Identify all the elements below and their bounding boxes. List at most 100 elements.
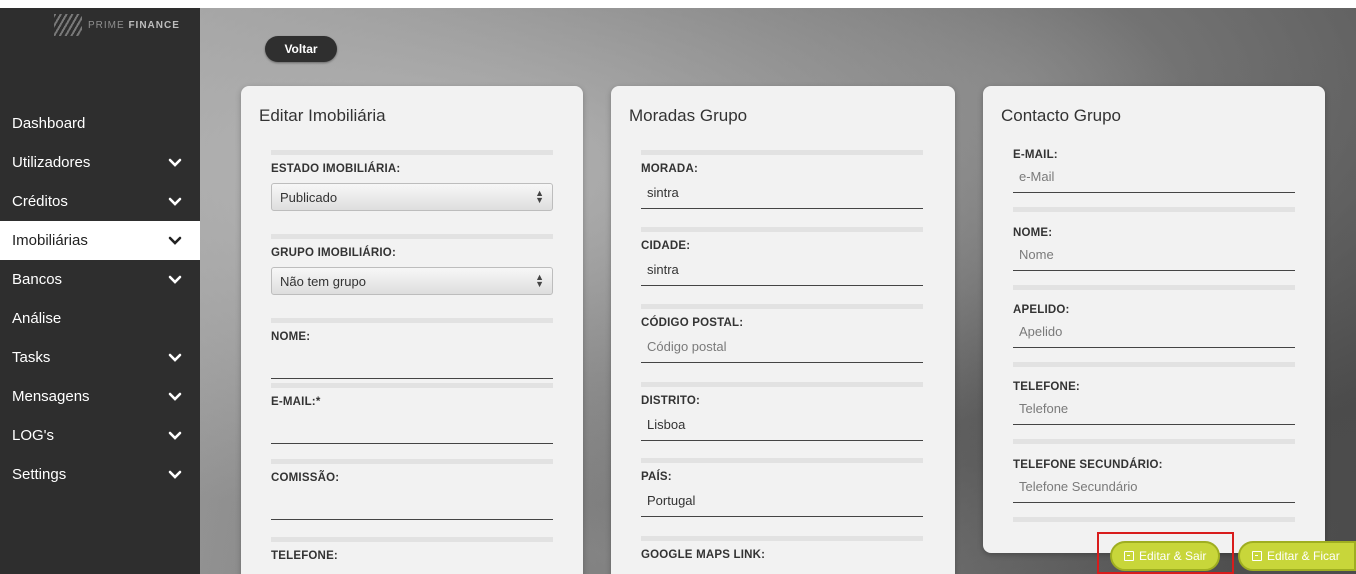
contact-telefone2-field: TELEFONE SECUNDÁRIO: Telefone Secundário [1013,459,1295,530]
morada-field: MORADA: sintra [641,150,923,209]
distrito-input[interactable]: Lisboa [641,417,923,441]
divider [641,150,923,155]
codigo-postal-input[interactable]: Código postal [641,339,923,363]
sidebar-item-mensagens[interactable]: Mensagens [0,377,200,416]
divider [271,318,553,323]
pais-label: PAÍS: [641,471,672,483]
sidebar-item-label: Análise [12,310,62,327]
distrito-field: DISTRITO: Lisboa [641,382,923,441]
sidebar-item-label: Tasks [12,349,51,366]
chevron-down-icon [168,431,182,440]
select-arrows-icon: ▲ ▼ [535,272,544,289]
chevron-down-icon [168,353,182,362]
divider [641,536,923,541]
divider [1013,439,1295,444]
grupo-label: GRUPO IMOBILIÁRIO: [271,247,396,259]
morada-input[interactable]: sintra [641,185,923,209]
logo-mark-icon [54,14,82,36]
divider [271,150,553,155]
maps-link-field: GOOGLE MAPS LINK: [641,536,923,561]
back-button[interactable]: Voltar [265,36,337,62]
pais-input[interactable]: Portugal [641,493,923,517]
maps-link-label: GOOGLE MAPS LINK: [641,549,766,561]
sidebar-item-label: Dashboard [12,115,86,132]
nome-label: NOME: [271,331,311,343]
divider [641,304,923,309]
chevron-down-icon [168,392,182,401]
chevron-down-icon [168,470,182,479]
contact-nome-input[interactable]: Nome [1013,247,1295,271]
sidebar-item-imobili-rias[interactable]: Imobiliárias [0,221,200,260]
divider [641,382,923,387]
contact-nome-label: NOME: [1013,227,1053,239]
nome-input[interactable] [271,355,553,379]
sidebar: PRIME FINANCE Dashboard Utilizadores Crédi… [0,8,200,574]
codigo-postal-field: CÓDIGO POSTAL: Código postal [641,304,923,363]
telefone-label: TELEFONE: [271,550,338,562]
save-icon [1252,551,1262,561]
sidebar-item-cr-ditos[interactable]: Créditos [0,182,200,221]
divider [1013,285,1295,290]
contact-telefone2-input[interactable]: Telefone Secundário [1013,479,1295,503]
cidade-field: CIDADE: sintra [641,227,923,286]
comissao-label: COMISSÃO: [271,472,340,484]
cidade-input[interactable]: sintra [641,262,923,286]
sidebar-item-bancos[interactable]: Bancos [0,260,200,299]
contact-email-label: E-MAIL: [1013,149,1058,161]
grupo-select-value: Não tem grupo [280,273,366,289]
highlight-box [1097,532,1234,574]
grupo-select[interactable]: Não tem grupo ▲ ▼ [271,267,553,295]
comissao-field: COMISSÃO: [271,459,553,520]
sidebar-nav: Dashboard Utilizadores Créditos Imobiliária… [0,104,200,494]
divider [271,459,553,464]
estado-label: ESTADO IMOBILIÁRIA: [271,163,401,175]
sidebar-item-label: Mensagens [12,388,90,405]
grupo-field: GRUPO IMOBILIÁRIO: Não tem grupo ▲ ▼ [271,234,553,295]
save-stay-label: Editar & Ficar [1267,549,1340,563]
divider [271,234,553,239]
divider [1013,362,1295,367]
sidebar-item-label: Utilizadores [12,154,91,171]
chevron-down-icon [168,158,182,167]
sidebar-item-utilizadores[interactable]: Utilizadores [0,143,200,182]
contact-email-input[interactable]: e-Mail [1013,169,1295,193]
email-input[interactable] [271,420,553,444]
card-title: Contacto Grupo [1001,106,1122,125]
save-stay-button[interactable]: Editar & Ficar [1238,541,1356,571]
sidebar-item-dashboard[interactable]: Dashboard [0,104,200,143]
group-addresses-card: Moradas Grupo MORADA: sintra CIDADE: sin… [611,86,955,574]
divider [271,537,553,542]
contact-nome-field: NOME: Nome [1013,227,1295,298]
estado-select[interactable]: Publicado ▲ ▼ [271,183,553,211]
sidebar-item-label: Créditos [12,193,68,210]
estado-select-value: Publicado [280,189,338,205]
contact-apelido-input[interactable]: Apelido [1013,324,1295,348]
contact-apelido-label: APELIDO: [1013,304,1070,316]
divider [641,458,923,463]
sidebar-item-label: Imobiliárias [12,232,88,249]
email-label: E-MAIL:* [271,396,321,408]
divider [1013,207,1295,212]
logo-text: PRIME FINANCE [88,19,180,31]
chevron-down-icon [168,236,182,245]
pais-field: PAÍS: Portugal [641,458,923,517]
nome-field: NOME: [271,318,553,379]
estado-field: ESTADO IMOBILIÁRIA: Publicado ▲ ▼ [271,150,553,211]
contact-email-field: E-MAIL: e-Mail [1013,149,1295,220]
comissao-input[interactable] [271,496,553,520]
card-title: Moradas Grupo [629,106,748,125]
sidebar-item-label: LOG's [12,427,55,444]
contact-telefone2-label: TELEFONE SECUNDÁRIO: [1013,459,1163,471]
top-strip [0,0,1356,8]
sidebar-item-log-s[interactable]: LOG's [0,416,200,455]
sidebar-item-settings[interactable]: Settings [0,455,200,494]
sidebar-item-tasks[interactable]: Tasks [0,338,200,377]
email-field: E-MAIL:* [271,383,553,444]
contact-apelido-field: APELIDO: Apelido [1013,304,1295,375]
divider [641,227,923,232]
sidebar-item-label: Bancos [12,271,63,288]
sidebar-item-an-lise[interactable]: Análise [0,299,200,338]
card-title: Editar Imobiliária [259,106,386,125]
contact-telefone-input[interactable]: Telefone [1013,401,1295,425]
logo: PRIME FINANCE [54,12,180,38]
